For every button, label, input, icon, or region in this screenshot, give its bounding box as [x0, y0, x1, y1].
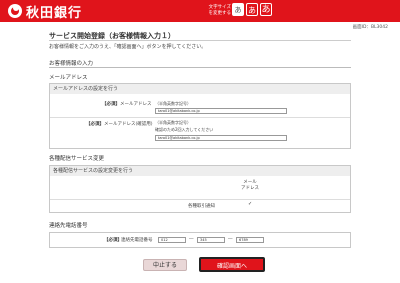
- email-hint: （半角英数字記号）: [155, 101, 191, 106]
- email-field[interactable]: taro01@akitabank.co.jp: [155, 108, 287, 114]
- phone-separator: ―: [189, 237, 194, 242]
- phone-part2-field[interactable]: 345: [197, 237, 225, 243]
- mail-box-title: メールアドレスの設定を行う: [50, 84, 350, 94]
- email-confirm-hint: （半角英数字記号）: [155, 120, 191, 125]
- mail-column-header: メール アドレス: [241, 180, 259, 191]
- notify-section-title: 各種配信サービス変更: [49, 156, 105, 162]
- email-confirm-label: メールアドレス(確認用): [104, 122, 153, 127]
- section-divider: [49, 67, 351, 68]
- font-size-label: 文字サイズを変更する: [208, 5, 232, 16]
- transaction-notice-checkbox[interactable]: ✓: [248, 202, 253, 207]
- notify-box-title: 各種配信サービスの設定変更を行う: [50, 166, 350, 176]
- phone-part3-field[interactable]: 6789: [236, 237, 264, 243]
- mail-section-title: メールアドレス: [49, 75, 88, 81]
- transaction-notice-label: 各種取引通知: [188, 204, 215, 209]
- phone-separator: ―: [228, 237, 233, 242]
- font-size-medium-button[interactable]: あ: [246, 3, 258, 16]
- email-confirm-required-badge: 【必須】: [86, 122, 104, 127]
- screen-id: 画面ID：BL3042: [352, 25, 388, 30]
- cancel-button[interactable]: 中止する: [143, 259, 187, 271]
- bank-name: 秋田銀行: [26, 6, 83, 21]
- font-size-small-button[interactable]: あ: [232, 3, 244, 16]
- title-divider: [49, 40, 351, 41]
- email-confirm-note: 確認のため2回入力してください: [155, 127, 214, 132]
- phone-required-badge: 【必須】: [104, 238, 122, 243]
- email-required-badge: 【必須】: [102, 102, 120, 107]
- font-size-large-button[interactable]: あ: [260, 3, 272, 16]
- intro-text: お客様情報をご入力のうえ、「確認画面へ」ボタンを押してください。: [49, 44, 207, 50]
- phone-section-title: 連絡先電話番号: [49, 223, 88, 229]
- email-confirm-field[interactable]: taro01@akitabank.co.jp: [155, 135, 287, 141]
- bank-logo-icon: [8, 4, 22, 18]
- phone-part1-field[interactable]: 012: [158, 237, 186, 243]
- phone-label: 連絡先電話番号: [121, 238, 153, 243]
- confirm-button[interactable]: 確認画面へ: [199, 257, 265, 272]
- header-bar: 秋田銀行 文字サイズを変更する あ あ あ: [0, 0, 400, 22]
- customer-section-title: お客様情報の入力: [49, 61, 94, 67]
- email-label: メールアドレス: [120, 102, 152, 107]
- row-divider: [50, 199, 350, 200]
- row-divider: [50, 117, 350, 118]
